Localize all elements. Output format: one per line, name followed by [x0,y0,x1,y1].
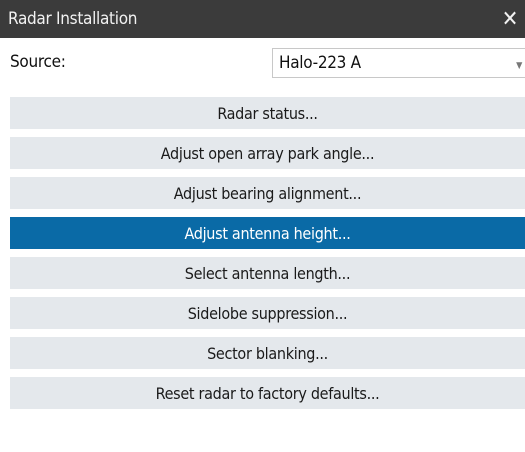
menu-item-antenna-length[interactable]: Select antenna length... [10,257,525,289]
menu-item-label: Adjust antenna height... [184,223,351,243]
menu-item-label: Sector blanking... [207,343,328,363]
menu-item-label: Reset radar to factory defaults... [155,383,380,403]
menu-item-antenna-height[interactable]: Adjust antenna height... [10,217,525,249]
title-bar: Radar Installation ✕ [0,0,525,38]
menu-item-bearing-alignment[interactable]: Adjust bearing alignment... [10,177,525,209]
menu-item-park-angle[interactable]: Adjust open array park angle... [10,137,525,169]
source-dropdown[interactable]: Halo-223 A ▼ [272,48,525,78]
menu-item-label: Adjust open array park angle... [160,143,375,163]
menu-item-sector-blanking[interactable]: Sector blanking... [10,337,525,369]
menu-item-label: Select antenna length... [184,263,351,283]
close-icon[interactable]: ✕ [495,0,525,38]
menu-item-label: Radar status... [217,103,318,123]
menu-item-sidelobe-suppression[interactable]: Sidelobe suppression... [10,297,525,329]
chevron-down-icon: ▼ [516,61,522,71]
menu-item-label: Adjust bearing alignment... [173,183,362,203]
menu-item-label: Sidelobe suppression... [187,303,348,323]
source-value: Halo-223 A [279,53,361,73]
menu-item-factory-reset[interactable]: Reset radar to factory defaults... [10,377,525,409]
source-label: Source: [10,52,66,72]
source-row: Source: Halo-223 A ▼ [0,38,525,88]
dialog-title: Radar Installation [8,9,138,29]
menu-item-radar-status[interactable]: Radar status... [10,97,525,129]
radar-installation-dialog: Radar Installation ✕ Source: Halo-223 A … [0,0,525,452]
installation-menu: Radar status... Adjust open array park a… [10,97,525,417]
